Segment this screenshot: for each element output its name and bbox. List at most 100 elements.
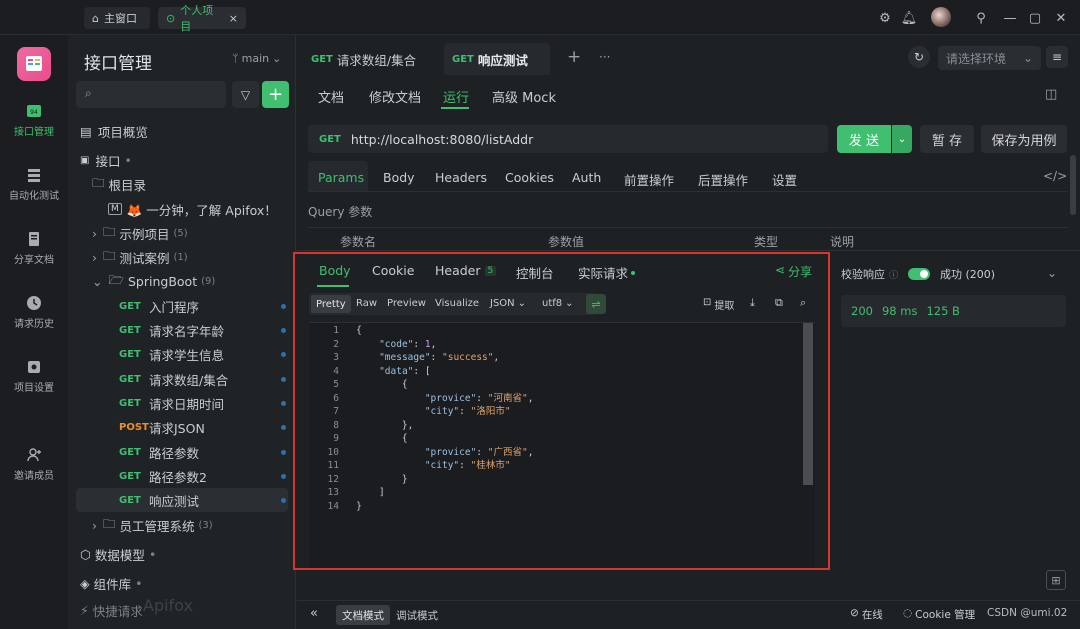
url-input[interactable]: http://localhost:8080/listAddr — [351, 132, 533, 147]
online-status[interactable]: ⊘ 在线 — [850, 607, 883, 622]
req-tab-settings[interactable]: 设置 — [772, 170, 797, 189]
req-tab-headers[interactable]: Headers — [435, 170, 487, 185]
view-preview[interactable]: Preview — [387, 298, 426, 309]
filter-button[interactable]: ▽ — [232, 81, 259, 108]
minimize-icon[interactable]: — — [1001, 9, 1019, 27]
menu-button[interactable]: ≡ — [1046, 46, 1068, 68]
resp-tab-body[interactable]: Body — [319, 263, 351, 278]
pin-icon[interactable]: ⚲ — [972, 9, 990, 27]
subtab-mock[interactable]: 高级 Mock — [492, 87, 556, 106]
send-button[interactable]: 发 送 — [837, 125, 891, 153]
method-select[interactable]: GET — [319, 134, 341, 145]
resp-tab-header[interactable]: Header 5 — [435, 263, 497, 278]
endpoint-row-selected[interactable]: GET 响应测试 — [76, 488, 288, 512]
tree-folder-tests[interactable]: › 🗀︎ 测试案例 (1) — [68, 245, 296, 269]
avatar[interactable] — [931, 7, 951, 27]
close-window-icon[interactable]: ✕ — [1052, 9, 1070, 27]
url-bar[interactable]: GET http://localhost:8080/listAddr — [308, 125, 828, 153]
tree-folder-employee[interactable]: › 🗀︎ 员工管理系统 (3) — [68, 513, 296, 537]
download-icon[interactable]: ⤓ — [750, 296, 755, 310]
maximize-icon[interactable]: ▢ — [1026, 9, 1044, 27]
debug-mode-button[interactable]: 调试模式 — [391, 605, 443, 625]
req-tab-auth[interactable]: Auth — [572, 170, 601, 185]
more-tabs-button[interactable]: ··· — [599, 50, 610, 64]
extract-button[interactable]: ⊡ 提取 — [703, 297, 734, 312]
grid-icon[interactable]: ⊞ — [1046, 570, 1066, 590]
subtab-run[interactable]: 运行 — [443, 87, 469, 106]
tab-home[interactable]: ⌂ 主窗口 — [84, 7, 150, 29]
sidebar-item-data-model[interactable]: ⬡ 数据模型 • — [68, 542, 296, 566]
layout-toggle-icon[interactable]: ◫ — [1045, 87, 1057, 102]
scrollbar[interactable] — [1070, 155, 1076, 215]
cookie-manager[interactable]: ◌ Cookie 管理 — [903, 607, 975, 622]
close-tab-icon[interactable]: × — [229, 12, 238, 25]
rail-api-management[interactable]: 94 接口管理 — [0, 103, 68, 138]
rail-project-settings[interactable]: 项目设置 — [0, 359, 68, 394]
sidebar-item-overview[interactable]: ▤ 项目概览 — [68, 119, 296, 143]
copy-icon[interactable]: ⧉ — [775, 296, 783, 310]
sidebar-item-api[interactable]: ▣ 接口 • — [68, 148, 296, 172]
add-button[interactable]: + — [262, 81, 289, 108]
rail-invite[interactable]: 邀请成员 — [0, 447, 68, 482]
tab-project[interactable]: ⊙ 个人项目 × — [158, 4, 246, 33]
status-dot — [631, 270, 636, 275]
endpoint-row[interactable]: GET 请求日期时间 — [68, 391, 296, 415]
save-button[interactable]: 暂 存 — [920, 125, 974, 153]
endpoint-row[interactable]: GET 请求数组/集合 — [68, 367, 296, 391]
req-tab-post[interactable]: 后置操作 — [698, 170, 748, 189]
tree-intro-doc[interactable]: M 🦊 一分钟，了解 Apifox！ — [68, 197, 296, 221]
environment-select[interactable]: 请选择环境 ⌄ — [938, 46, 1041, 70]
wrap-toggle-icon[interactable]: ⇌ — [586, 294, 606, 314]
doc-mode-button[interactable]: 文档模式 — [336, 605, 390, 625]
req-tab-params[interactable]: Params — [318, 170, 364, 185]
view-raw[interactable]: Raw — [356, 298, 377, 309]
editor-scrollbar[interactable] — [803, 323, 813, 485]
req-tab-body[interactable]: Body — [383, 170, 415, 185]
request-tab[interactable]: GET 请求数组/集合 — [311, 45, 416, 73]
tree-root[interactable]: 🗀︎ 根目录 — [68, 172, 296, 196]
code-text: "message": "success", — [379, 352, 500, 363]
share-button[interactable]: ⋖ 分享 — [775, 263, 812, 280]
panel-split[interactable] — [297, 250, 1080, 251]
send-dropdown-button[interactable]: ⌄ — [892, 125, 912, 153]
subtab-docs[interactable]: 文档 — [318, 87, 344, 106]
req-tab-pre[interactable]: 前置操作 — [624, 170, 674, 189]
tree-folder-springboot[interactable]: ⌄ 🗁︎ SpringBoot (9) — [68, 269, 296, 293]
view-visualize[interactable]: Visualize — [435, 298, 479, 309]
rail-share-docs[interactable]: 分享文档 — [0, 231, 68, 266]
add-tab-button[interactable]: + — [567, 47, 581, 67]
validation-toggle[interactable] — [908, 268, 931, 280]
chevron-down-icon[interactable]: ⌄ — [1047, 266, 1057, 280]
tree-folder-examples[interactable]: › 🗀︎ 示例项目 (5) — [68, 221, 296, 245]
endpoint-row[interactable]: GET 入门程序 — [68, 294, 296, 318]
sidebar-item-components[interactable]: ◈ 组件库 • — [68, 571, 296, 595]
encoding-select[interactable]: utf8 ⌄ — [542, 298, 574, 309]
settings-icon[interactable]: ⚙ — [876, 9, 894, 27]
code-icon[interactable]: </> — [1043, 169, 1067, 183]
subtab-edit-docs[interactable]: 修改文档 — [369, 87, 421, 106]
refresh-env-button[interactable]: ↻ — [908, 46, 930, 68]
resp-tab-actual-request[interactable]: 实际请求 — [578, 263, 636, 282]
rail-label: 自动化测试 — [9, 191, 59, 202]
request-tab-active[interactable]: GET 响应测试 — [452, 45, 528, 73]
code-editor[interactable]: 1 { 2 "code": 1, 3 "message": "success",… — [309, 322, 815, 568]
search-input[interactable]: ⌕ — [76, 81, 226, 108]
req-tab-cookies[interactable]: Cookies — [505, 170, 554, 185]
endpoint-row[interactable]: GET 路径参数 — [68, 440, 296, 464]
endpoint-row[interactable]: GET 请求名字年龄 — [68, 318, 296, 342]
bell-icon[interactable]: 🔔︎ — [900, 9, 918, 27]
endpoint-row[interactable]: GET 请求学生信息 — [68, 342, 296, 366]
resp-tab-cookie[interactable]: Cookie — [372, 263, 414, 278]
resp-tab-console[interactable]: 控制台 — [516, 263, 554, 282]
resp-tab-label: Header — [435, 263, 481, 278]
search-icon[interactable]: ⌕ — [800, 296, 806, 310]
save-as-case-button[interactable]: 保存为用例 — [981, 125, 1067, 153]
branch-selector[interactable]: ᛘ main ⌄ — [232, 52, 281, 65]
collapse-icon[interactable]: « — [310, 606, 318, 621]
rail-automation[interactable]: 自动化测试 — [0, 167, 68, 202]
endpoint-row[interactable]: GET 路径参数2 — [68, 464, 296, 488]
view-pretty[interactable]: Pretty — [311, 295, 351, 313]
format-select[interactable]: JSON ⌄ — [490, 298, 526, 309]
rail-history[interactable]: 请求历史 — [0, 295, 68, 330]
endpoint-row[interactable]: POST 请求JSON — [68, 415, 296, 439]
